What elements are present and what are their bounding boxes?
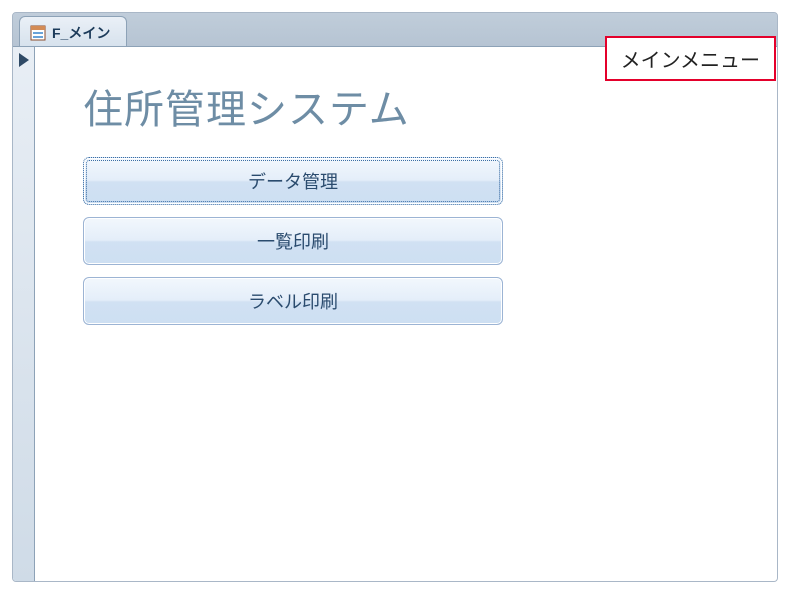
record-selector[interactable]	[13, 47, 35, 581]
label-print-button[interactable]: ラベル印刷	[83, 277, 503, 325]
tab-label: F_メイン	[52, 23, 110, 43]
current-record-arrow-icon	[19, 53, 29, 67]
access-form-window: F_メイン 住所管理システム データ管理 一覧印刷 ラベル印刷	[12, 12, 778, 582]
form-content: 住所管理システム データ管理 一覧印刷 ラベル印刷	[35, 47, 777, 581]
list-print-button[interactable]: 一覧印刷	[83, 217, 503, 265]
data-management-button[interactable]: データ管理	[83, 157, 503, 205]
callout-annotation: メインメニュー	[605, 36, 776, 81]
form-icon	[30, 25, 46, 41]
form-tab[interactable]: F_メイン	[19, 16, 127, 46]
menu-button-stack: データ管理 一覧印刷 ラベル印刷	[83, 157, 503, 325]
annotation-text: メインメニュー	[621, 50, 760, 72]
form-body: 住所管理システム データ管理 一覧印刷 ラベル印刷	[13, 47, 777, 581]
form-title: 住所管理システム	[83, 77, 757, 135]
